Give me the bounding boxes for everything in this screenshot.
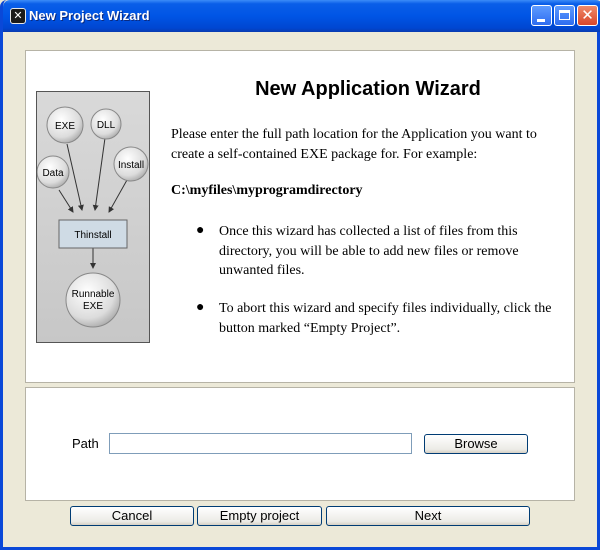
arrow-data [58, 189, 74, 213]
maximize-icon [559, 10, 570, 20]
empty-project-button[interactable]: Empty project [197, 506, 322, 526]
maximize-button[interactable] [554, 5, 575, 26]
window-title: New Project Wizard [29, 8, 150, 23]
minimize-icon [537, 19, 545, 22]
node-runnable-exe-label: EXE [83, 301, 103, 312]
example-path: C:\myfiles\myprogramdirectory [171, 183, 363, 198]
close-button[interactable]: ✕ [577, 5, 598, 26]
node-exe-label: EXE [55, 121, 75, 132]
thinstall-diagram: EXE DLL Data Install Thinstall Runnable … [36, 91, 150, 343]
minimize-button[interactable] [531, 5, 552, 26]
arrow-install [108, 179, 128, 213]
node-data-label: Data [42, 168, 64, 179]
bullet-icon: ● [196, 223, 205, 238]
node-install-label: Install [118, 160, 144, 171]
wizard-heading: New Application Wizard [255, 78, 481, 100]
intro-text: Please enter the full path location for … [171, 127, 537, 162]
node-thinstall-label: Thinstall [74, 230, 111, 241]
cancel-button[interactable]: Cancel [70, 506, 194, 526]
title-bar[interactable]: ✕ New Project Wizard ✕ [3, 0, 600, 32]
path-input[interactable] [109, 433, 412, 454]
bullet-text-collect: Once this wizard has collected a list of… [219, 224, 519, 278]
bullet-text-abort: To abort this wizard and specify files i… [219, 301, 552, 336]
next-button[interactable]: Next [326, 506, 530, 526]
path-label: Path [72, 436, 99, 451]
node-runnable-label: Runnable [72, 289, 115, 300]
close-icon: ✕ [581, 6, 594, 24]
bullet-icon: ● [196, 300, 205, 315]
app-icon: ✕ [10, 8, 26, 24]
node-dll-label: DLL [97, 120, 116, 131]
node-runnable-exe [65, 272, 121, 328]
arrow-exe [66, 143, 84, 211]
browse-button[interactable]: Browse [424, 434, 528, 454]
arrow-dll [92, 137, 106, 211]
